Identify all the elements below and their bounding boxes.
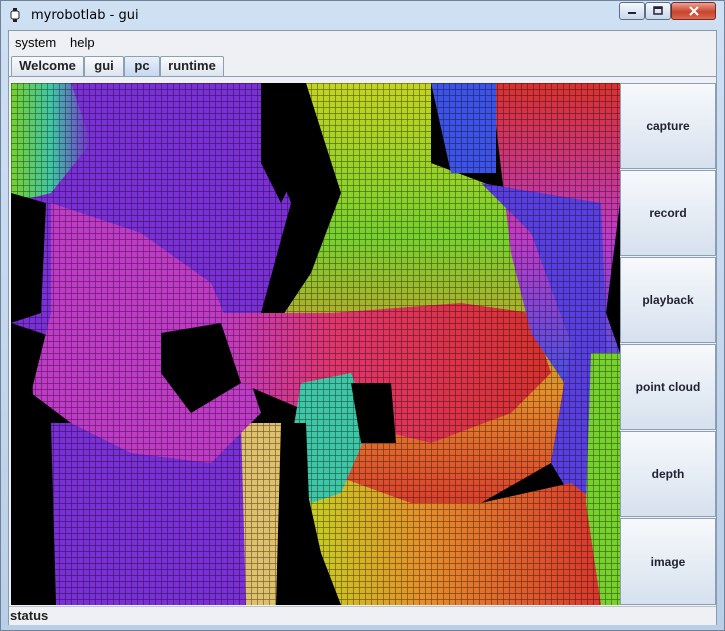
tab-gui[interactable]: gui xyxy=(84,56,124,76)
record-button[interactable]: record xyxy=(620,170,716,256)
app-window: myrobotlab - gui system help Welcome gui… xyxy=(0,0,725,631)
status-text: status xyxy=(10,608,49,623)
close-icon xyxy=(688,6,699,16)
client-area: system help Welcome gui pc runtime captu… xyxy=(8,30,717,625)
depth-image xyxy=(11,83,620,605)
tab-runtime[interactable]: runtime xyxy=(160,56,224,76)
depth-button[interactable]: depth xyxy=(620,431,716,517)
tab-strip: Welcome gui pc runtime xyxy=(9,56,716,76)
point-cloud-button[interactable]: point cloud xyxy=(620,344,716,430)
depth-point-cloud-view[interactable] xyxy=(11,83,620,605)
capture-button[interactable]: capture xyxy=(620,83,716,169)
status-bar: status xyxy=(9,606,716,625)
tab-pc[interactable]: pc xyxy=(124,56,160,76)
tab-content-pc: capture record playback point cloud dept… xyxy=(9,76,716,606)
window-title: myrobotlab - gui xyxy=(31,8,139,23)
playback-button[interactable]: playback xyxy=(620,257,716,343)
menu-help[interactable]: help xyxy=(70,35,95,50)
title-bar[interactable]: myrobotlab - gui xyxy=(1,1,724,29)
minimize-icon xyxy=(628,12,636,14)
image-button[interactable]: image xyxy=(620,518,716,605)
close-button[interactable] xyxy=(671,2,716,20)
tab-welcome[interactable]: Welcome xyxy=(11,56,84,76)
minimize-button[interactable] xyxy=(619,2,645,20)
menu-system[interactable]: system xyxy=(15,35,56,50)
maximize-button[interactable] xyxy=(645,2,671,20)
menu-bar: system help xyxy=(9,31,716,53)
robot-app-icon xyxy=(10,8,20,22)
control-panel: capture record playback point cloud dept… xyxy=(620,83,716,605)
maximize-icon xyxy=(653,6,663,15)
